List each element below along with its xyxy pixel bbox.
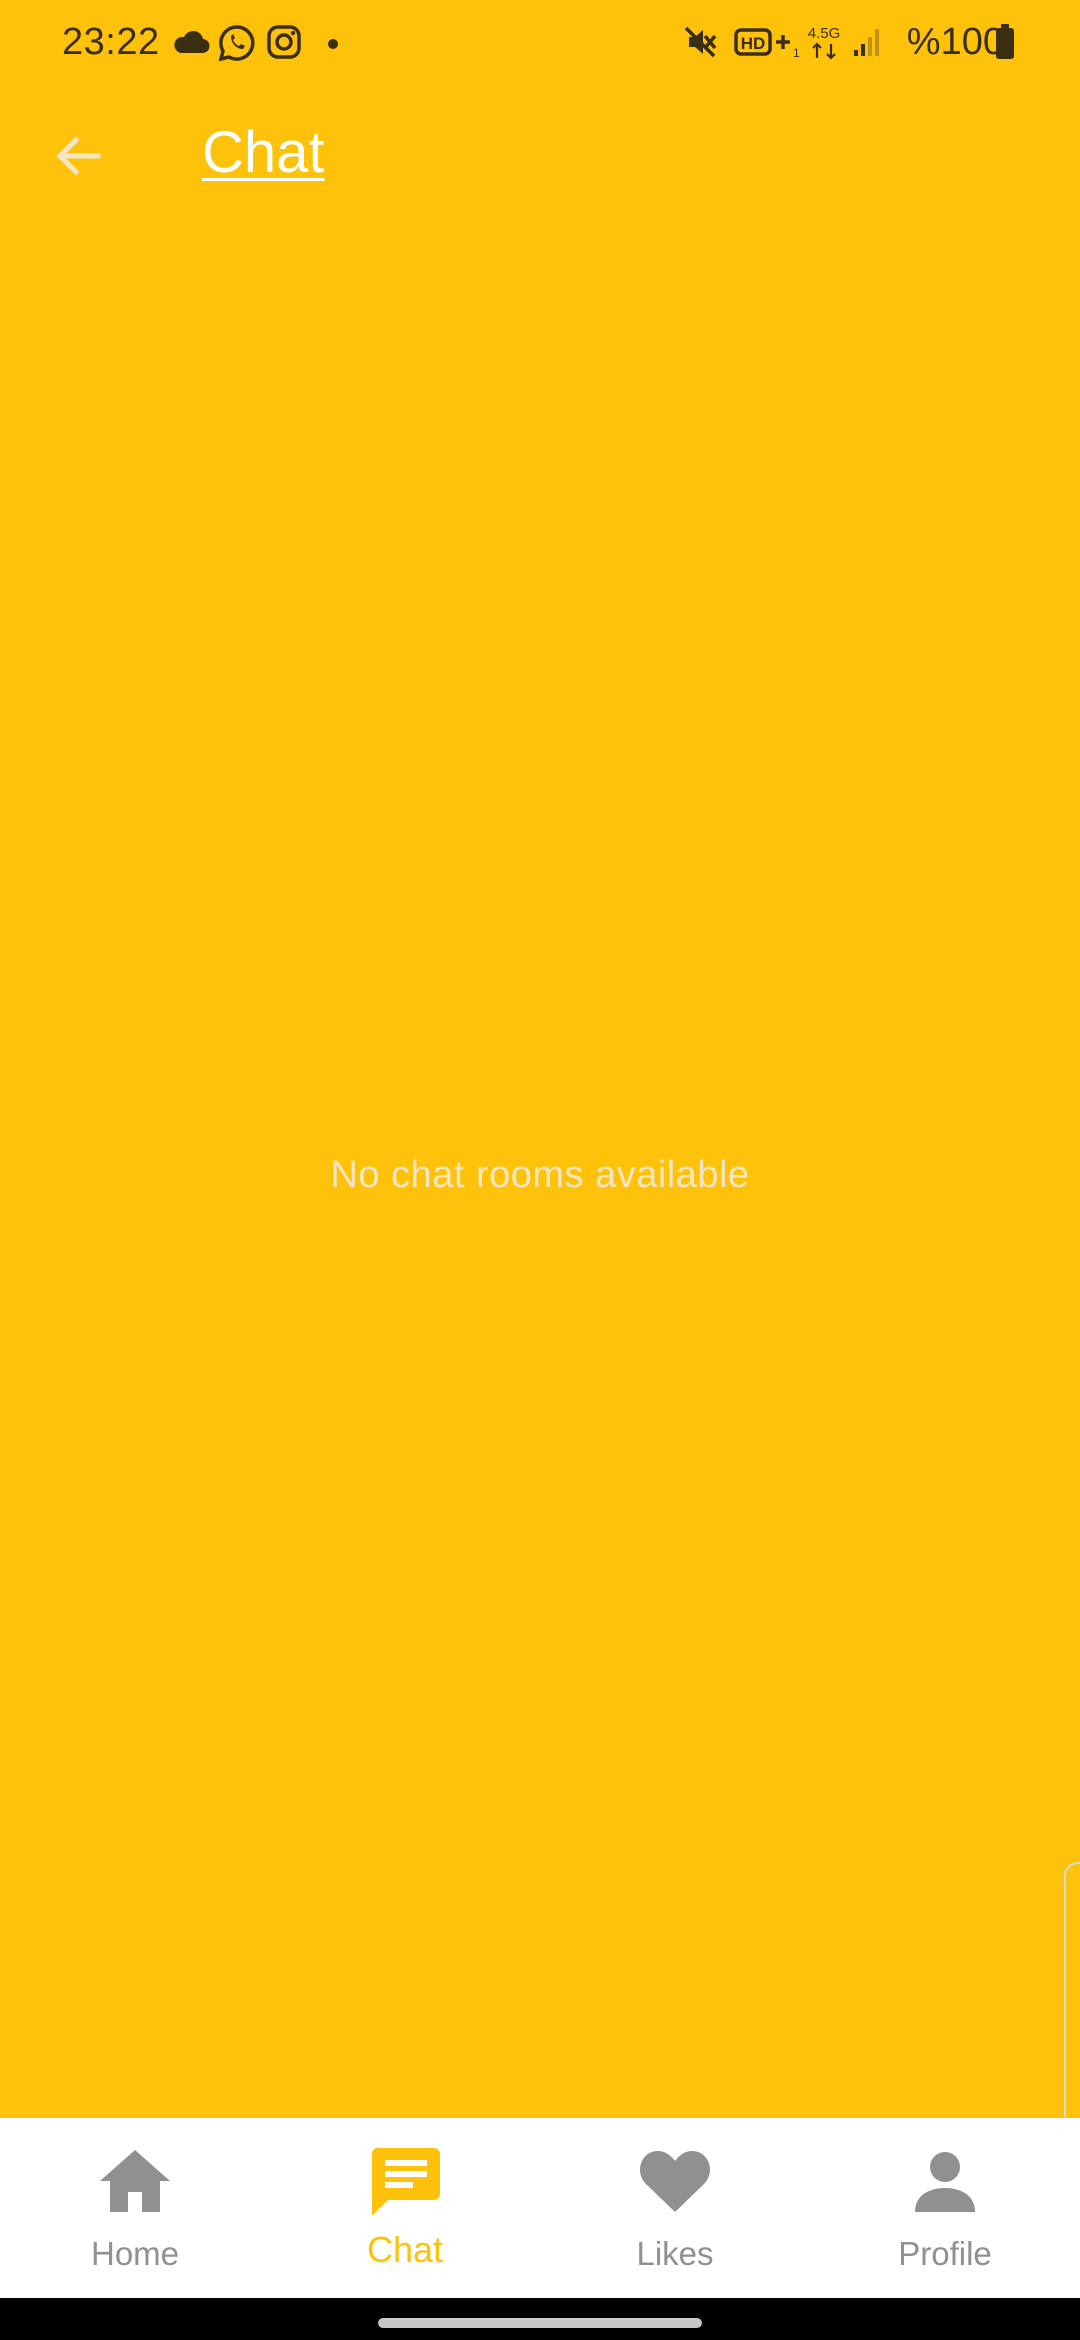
system-navigation-bar bbox=[0, 2298, 1080, 2340]
signal-icon bbox=[852, 26, 882, 63]
nav-item-profile[interactable]: Profile bbox=[810, 2118, 1080, 2298]
heart-icon bbox=[638, 2148, 712, 2219]
nav-label-profile: Profile bbox=[898, 2235, 992, 2272]
nav-label-likes: Likes bbox=[636, 2235, 714, 2272]
back-button[interactable] bbox=[42, 122, 114, 194]
svg-text:HD: HD bbox=[741, 34, 766, 53]
home-icon bbox=[96, 2146, 174, 2221]
empty-state-message: No chat rooms available bbox=[330, 1154, 750, 1196]
nav-label-chat: Chat bbox=[366, 2229, 444, 2270]
network-4-5g-icon: 4.5G bbox=[804, 22, 844, 67]
nav-label-home: Home bbox=[90, 2235, 180, 2272]
nav-item-chat[interactable]: Chat bbox=[270, 2118, 540, 2298]
status-time: 23:22 bbox=[62, 21, 160, 63]
page-title: Chat bbox=[202, 120, 325, 185]
mute-icon bbox=[682, 24, 718, 65]
battery-percentage: %100 bbox=[906, 21, 1004, 63]
chat-icon bbox=[368, 2144, 442, 2223]
nav-item-home[interactable]: Home bbox=[0, 2118, 270, 2298]
home-gesture-handle[interactable] bbox=[378, 2318, 702, 2328]
whatsapp-icon bbox=[218, 24, 256, 67]
nav-item-likes[interactable]: Likes bbox=[540, 2118, 810, 2298]
status-bar: 23:22 HD 1 4.5G %100 bbox=[0, 0, 1080, 84]
hd-plus-icon: HD 1 bbox=[734, 26, 800, 65]
bottom-navigation: Home Chat Likes Profile bbox=[0, 2118, 1080, 2298]
cloud-icon bbox=[172, 30, 210, 59]
person-icon bbox=[913, 2150, 977, 2219]
notification-dot-icon bbox=[327, 37, 339, 55]
svg-text:4.5G: 4.5G bbox=[808, 25, 841, 42]
svg-text:1: 1 bbox=[793, 46, 800, 60]
battery-icon bbox=[994, 24, 1016, 65]
app-bar: Chat bbox=[0, 84, 1080, 224]
arrow-left-icon bbox=[50, 128, 106, 189]
instagram-icon bbox=[266, 24, 302, 65]
